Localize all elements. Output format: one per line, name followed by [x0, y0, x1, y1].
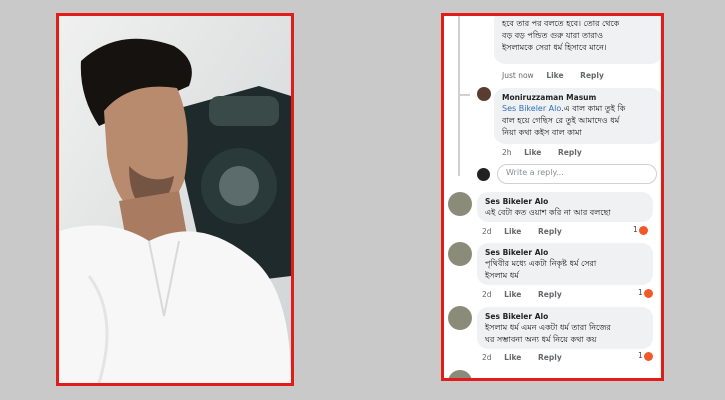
reaction-count: 1: [638, 288, 653, 298]
comments-panel: হবে তার পর বলতে হবে। তোর থেকে বড় বড় পন…: [441, 13, 664, 381]
comment-text: পৃথিবীর মধ্যে একটা নিকৃষ্ট ধর্ম সেরা: [485, 259, 597, 268]
comment-text: ইসলামকে সেরা ধর্ম হিসাবে মানে।: [502, 43, 607, 52]
comment-time: 2d: [482, 227, 492, 236]
reply-button[interactable]: Reply: [580, 71, 604, 80]
comment-actions: 2d Like Reply: [482, 290, 576, 299]
comment-actions: Just now Like Reply: [502, 71, 618, 80]
avatar: [448, 306, 472, 330]
avatar: [477, 87, 491, 101]
like-button[interactable]: Like: [504, 290, 521, 299]
thread-line: [458, 16, 460, 176]
reaction-count: 1: [638, 351, 653, 361]
avatar: [448, 242, 472, 266]
comment-time: 2d: [482, 290, 492, 299]
comment-text: ইসলাম ধর্ম: [485, 271, 519, 280]
comment-bubble: Ses Bikeler Alo এই বেটা কত ওয়াশ করি না …: [477, 192, 653, 222]
comment-bubble: Moniruzzaman Masum Ses Bikeler Alo.এ বাল…: [494, 88, 661, 144]
reply-button[interactable]: Reply: [538, 227, 562, 236]
comment-time: 2h: [502, 148, 512, 157]
person-photo-icon: [59, 16, 291, 383]
reply-input[interactable]: Write a reply...: [497, 164, 657, 184]
comment-time: 2d: [482, 353, 492, 362]
comment-bubble: Ses Bikeler Alo পৃথিবীর মধ্যে একটা নিকৃষ…: [477, 243, 653, 285]
comment-text: নিয়া কথা কইস বাল কামা: [502, 128, 582, 137]
reaction-count: 1: [633, 225, 648, 235]
profile-photo: [56, 13, 294, 386]
avatar: [477, 168, 490, 181]
avatar: [448, 370, 472, 378]
comment-text: বাল হয়ে গেছিস রে তুই আমাদেও ধর্ম: [502, 116, 620, 125]
reply-button[interactable]: Reply: [538, 290, 562, 299]
comment-text: .এ বাল কামা তুই কি: [561, 104, 626, 113]
comment-text: হবে তার পর বলতে হবে। তোর থেকে: [502, 19, 620, 28]
commenter-name[interactable]: Moniruzzaman Masum: [502, 92, 654, 103]
angry-react-icon: [643, 351, 653, 361]
comment-actions: 2d Like Reply: [482, 353, 576, 362]
comment-time: Just now: [502, 71, 534, 80]
commenter-name[interactable]: Ses Bikeler Alo: [485, 311, 645, 322]
comment-actions: 2h Like Reply: [502, 148, 596, 157]
commenter-name[interactable]: Ses Bikeler Alo: [485, 196, 645, 207]
reply-button[interactable]: Reply: [558, 148, 582, 157]
like-button[interactable]: Like: [504, 353, 521, 362]
commenter-name[interactable]: Ses Bikeler Alo: [485, 247, 645, 258]
comment-text: এই বেটা কত ওয়াশ করি না আর বলছো: [485, 208, 611, 217]
angry-react-icon: [643, 288, 653, 298]
comment-text: ইসলাম ধর্ম এমন একটা ধর্ম তারা নিজের: [485, 323, 611, 332]
angry-react-icon: [638, 225, 648, 235]
comment-bubble: Ses Bikeler Alo ইসলাম ধর্ম এমন একটা ধর্ম…: [477, 307, 653, 349]
user-mention[interactable]: Ses Bikeler Alo: [502, 104, 561, 113]
comment-actions: 2d Like Reply: [482, 227, 576, 236]
comment-bubble: হবে তার পর বলতে হবে। তোর থেকে বড় বড় পন…: [494, 16, 661, 64]
comment-text: বড় বড় পন্ডিত গুরু যারা তারাও: [502, 31, 603, 40]
thread-line: [458, 94, 470, 96]
like-button[interactable]: Like: [546, 71, 563, 80]
like-button[interactable]: Like: [504, 227, 521, 236]
comment-text: ঘর সম্ভাবনা অন্য ধর্ম নিয়ে কথা কয়: [485, 335, 597, 344]
like-button[interactable]: Like: [524, 148, 541, 157]
reply-button[interactable]: Reply: [538, 353, 562, 362]
avatar: [448, 192, 472, 216]
